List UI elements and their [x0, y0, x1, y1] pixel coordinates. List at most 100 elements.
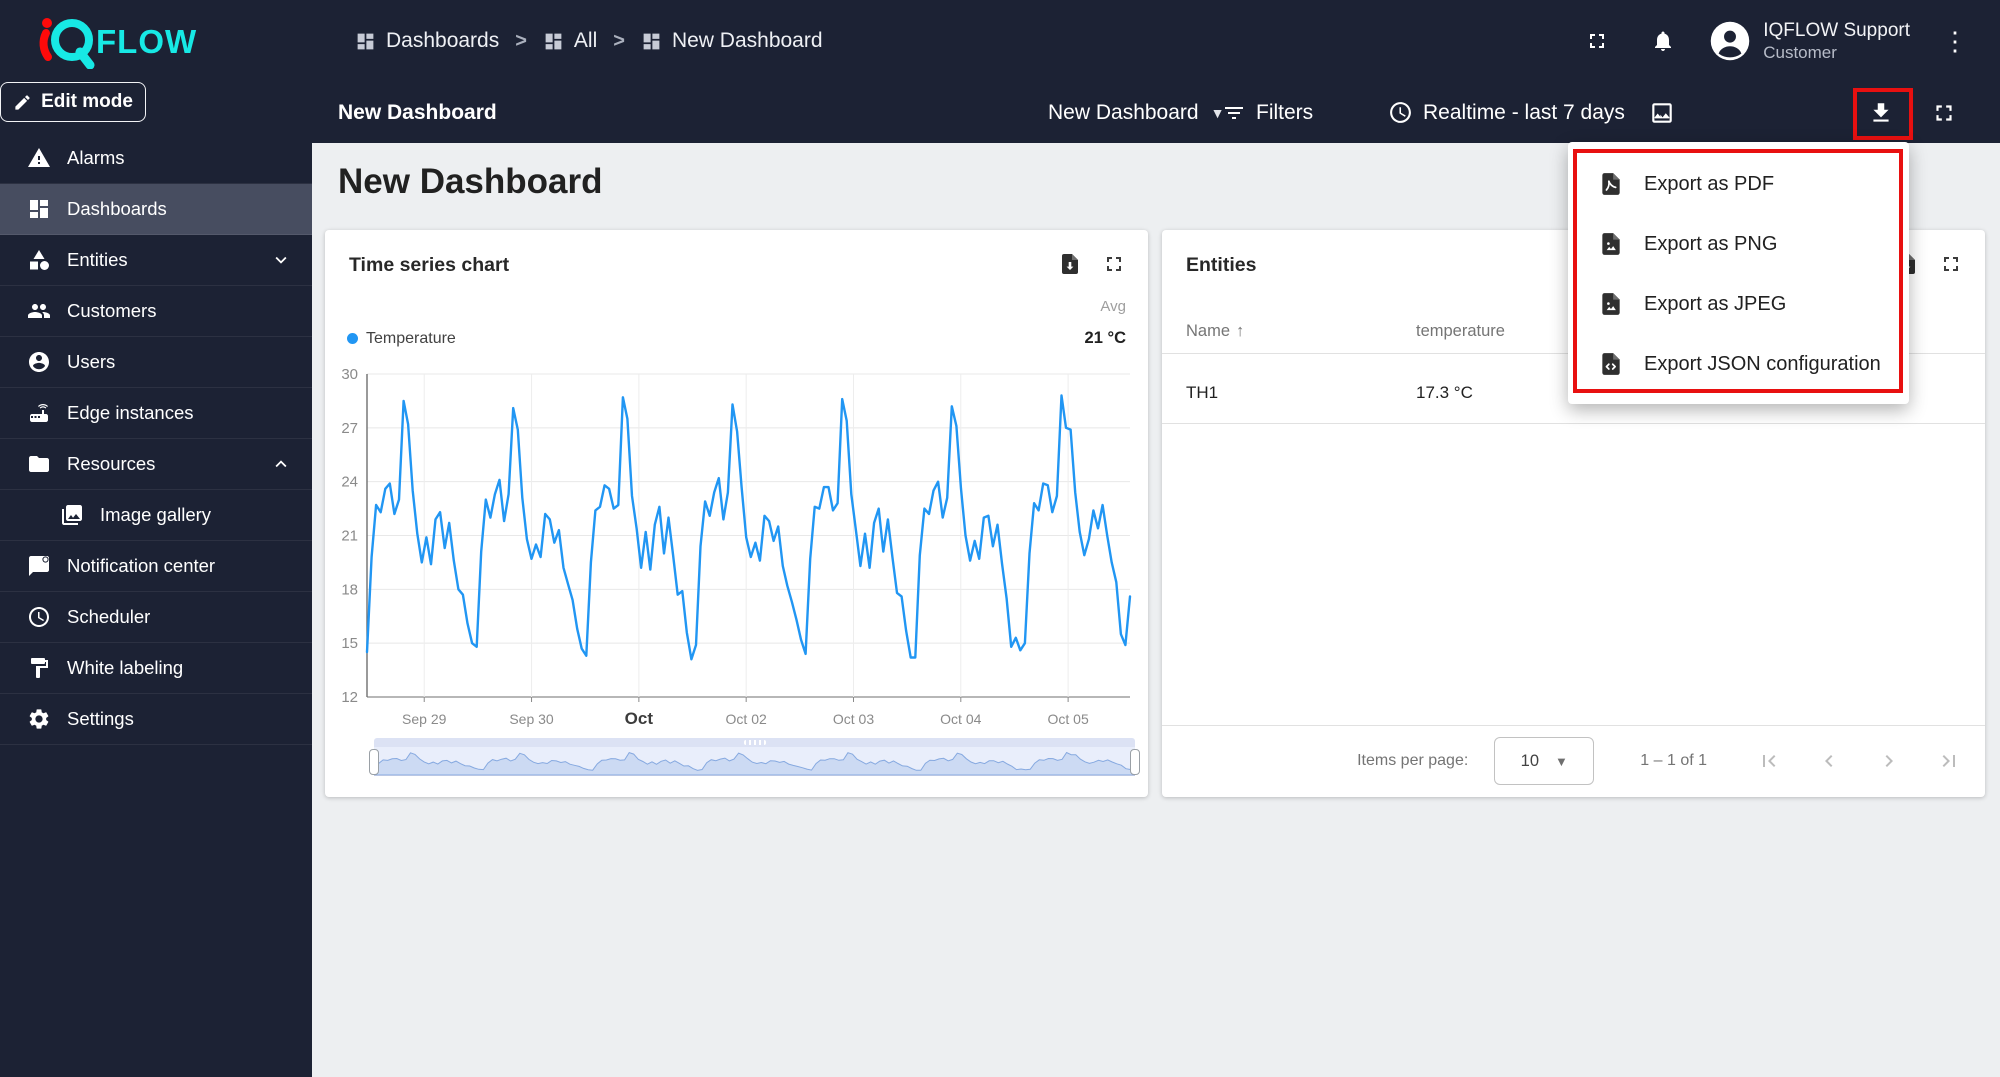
warning-icon	[27, 146, 51, 170]
scrubber-grip-icon	[744, 740, 766, 745]
breadcrumb-current[interactable]: New Dashboard	[641, 29, 823, 53]
svg-text:Sep 29: Sep 29	[402, 711, 447, 727]
dashboard-select-value: New Dashboard	[1048, 101, 1199, 125]
legend-series-toggle[interactable]: Temperature	[347, 330, 456, 348]
user-role: Customer	[1763, 42, 1910, 63]
scrubber-handle-left[interactable]	[369, 749, 379, 775]
dashboards-icon	[641, 31, 662, 52]
kebab-menu-icon[interactable]: ⋮	[1936, 26, 1974, 57]
sidebar-item-edge-instances[interactable]: Edge instances	[0, 388, 312, 439]
svg-text:12: 12	[341, 689, 358, 706]
svg-text:15: 15	[341, 635, 358, 652]
sidebar-item-label: Notification center	[67, 555, 215, 577]
image-icon	[1649, 100, 1675, 126]
filter-icon	[1222, 101, 1246, 125]
timeseries-chart: 12151821242730Sep 29Sep 30OctOct 02Oct 0…	[325, 360, 1148, 740]
legend-agg-header: Avg	[1100, 298, 1126, 315]
code-file-icon	[1598, 351, 1624, 377]
time-range-scrubber[interactable]	[374, 738, 1135, 776]
filters-button[interactable]: Filters	[1222, 82, 1313, 143]
prev-page-icon[interactable]	[1807, 739, 1851, 783]
sidebar-item-resources[interactable]: Resources	[0, 439, 312, 490]
sidebar-item-customers[interactable]: Customers	[0, 286, 312, 337]
breadcrumb: Dashboards > All > New Dashboard	[355, 0, 823, 82]
scrubber-bar[interactable]	[374, 738, 1135, 747]
page-title: New Dashboard	[338, 162, 603, 202]
menu-item-export-jpeg[interactable]: Export as JPEG	[1568, 274, 1909, 334]
series-name: Temperature	[366, 330, 456, 348]
series-color-dot	[347, 333, 358, 344]
export-dashboard-button[interactable]	[1859, 82, 1903, 143]
pdf-file-icon	[1598, 171, 1624, 197]
svg-text:21: 21	[341, 528, 358, 545]
svg-text:18: 18	[341, 581, 358, 598]
chat-icon	[27, 554, 51, 578]
dashboards-icon	[27, 197, 51, 221]
header-actions: IQFLOW Support Customer ⋮	[1577, 0, 1974, 82]
menu-item-export-pdf[interactable]: Export as PDF	[1568, 154, 1909, 214]
fullscreen-icon[interactable]	[1577, 21, 1617, 61]
gear-icon	[27, 707, 51, 731]
sidebar-item-settings[interactable]: Settings	[0, 694, 312, 745]
scrubber-handle-right[interactable]	[1130, 749, 1140, 775]
sidebar-item-notification-center[interactable]: Notification center	[0, 541, 312, 592]
sidebar-item-label: White labeling	[67, 657, 183, 679]
sidebar-item-dashboards[interactable]: Dashboards	[0, 184, 312, 235]
sidebar-item-scheduler[interactable]: Scheduler	[0, 592, 312, 643]
column-header-name[interactable]: Name ↑	[1186, 322, 1416, 341]
image-file-icon	[1598, 291, 1624, 317]
menu-item-export-png[interactable]: Export as PNG	[1568, 214, 1909, 274]
first-page-icon[interactable]	[1747, 739, 1791, 783]
sidebar-item-label: Edge instances	[67, 402, 194, 424]
column-header-temperature[interactable]: temperature	[1416, 322, 1505, 341]
sidebar-item-label: Dashboards	[67, 198, 167, 220]
paint-icon	[27, 656, 51, 680]
sidebar-nav: HomeAlarmsDashboardsEntitiesCustomersUse…	[0, 82, 312, 1077]
notifications-bell-icon[interactable]	[1643, 21, 1683, 61]
pencil-icon	[13, 93, 32, 112]
pagination-bar: Items per page: 10 ▼ 1 – 1 of 1	[1162, 726, 1971, 796]
widget-fullscreen-icon[interactable]	[1937, 250, 1965, 278]
svg-text:Sep 30: Sep 30	[509, 711, 554, 727]
sort-arrow-icon: ↑	[1236, 322, 1244, 341]
sidebar-item-label: Entities	[67, 249, 128, 271]
sidebar-item-label: Users	[67, 351, 115, 373]
sidebar-item-label: Image gallery	[100, 504, 211, 526]
user-name: IQFLOW Support	[1763, 19, 1910, 43]
edit-mode-button[interactable]: Edit mode	[0, 82, 146, 122]
sidebar-item-image-gallery[interactable]: Image gallery	[0, 490, 312, 541]
dashboard-select[interactable]: New Dashboard ▼	[1048, 82, 1224, 143]
last-page-icon[interactable]	[1927, 739, 1971, 783]
logo-flow-text: FLOW	[96, 23, 197, 60]
items-per-page-label: Items per page:	[1357, 752, 1468, 770]
sidebar-item-users[interactable]: Users	[0, 337, 312, 388]
page-size-select[interactable]: 10 ▼	[1494, 737, 1594, 785]
sidebar-item-label: Alarms	[67, 147, 125, 169]
breadcrumb-all[interactable]: All	[543, 29, 597, 53]
breadcrumb-separator: >	[515, 30, 527, 53]
logo-mark: FLOW	[34, 13, 234, 69]
chevron-down-icon: ▼	[1555, 754, 1568, 769]
breadcrumb-dashboards[interactable]: Dashboards	[355, 29, 499, 53]
widget-fullscreen-icon[interactable]	[1100, 250, 1128, 278]
chevron-up-icon	[270, 453, 292, 475]
svg-text:24: 24	[341, 474, 358, 491]
user-menu[interactable]: IQFLOW Support Customer	[1709, 19, 1910, 64]
widget-export-icon[interactable]	[1056, 250, 1084, 278]
brand-logo[interactable]: FLOW	[34, 12, 234, 70]
shapes-icon	[27, 248, 51, 272]
sidebar-item-label: Customers	[67, 300, 156, 322]
edit-mode-label: Edit mode	[41, 91, 133, 113]
timewindow-button[interactable]: Realtime - last 7 days	[1388, 82, 1625, 143]
sidebar-item-white-labeling[interactable]: White labeling	[0, 643, 312, 694]
svg-text:Oct 04: Oct 04	[940, 711, 981, 727]
sidebar-item-entities[interactable]: Entities	[0, 235, 312, 286]
background-image-button[interactable]	[1640, 82, 1684, 143]
dashboards-icon	[355, 31, 376, 52]
people-icon	[27, 299, 51, 323]
legend-agg-value: 21 °C	[1085, 329, 1126, 348]
next-page-icon[interactable]	[1867, 739, 1911, 783]
dashboard-fullscreen-button[interactable]	[1922, 82, 1966, 143]
menu-item-export-json[interactable]: Export JSON configuration	[1568, 334, 1909, 394]
sidebar-item-label: Settings	[67, 708, 134, 730]
